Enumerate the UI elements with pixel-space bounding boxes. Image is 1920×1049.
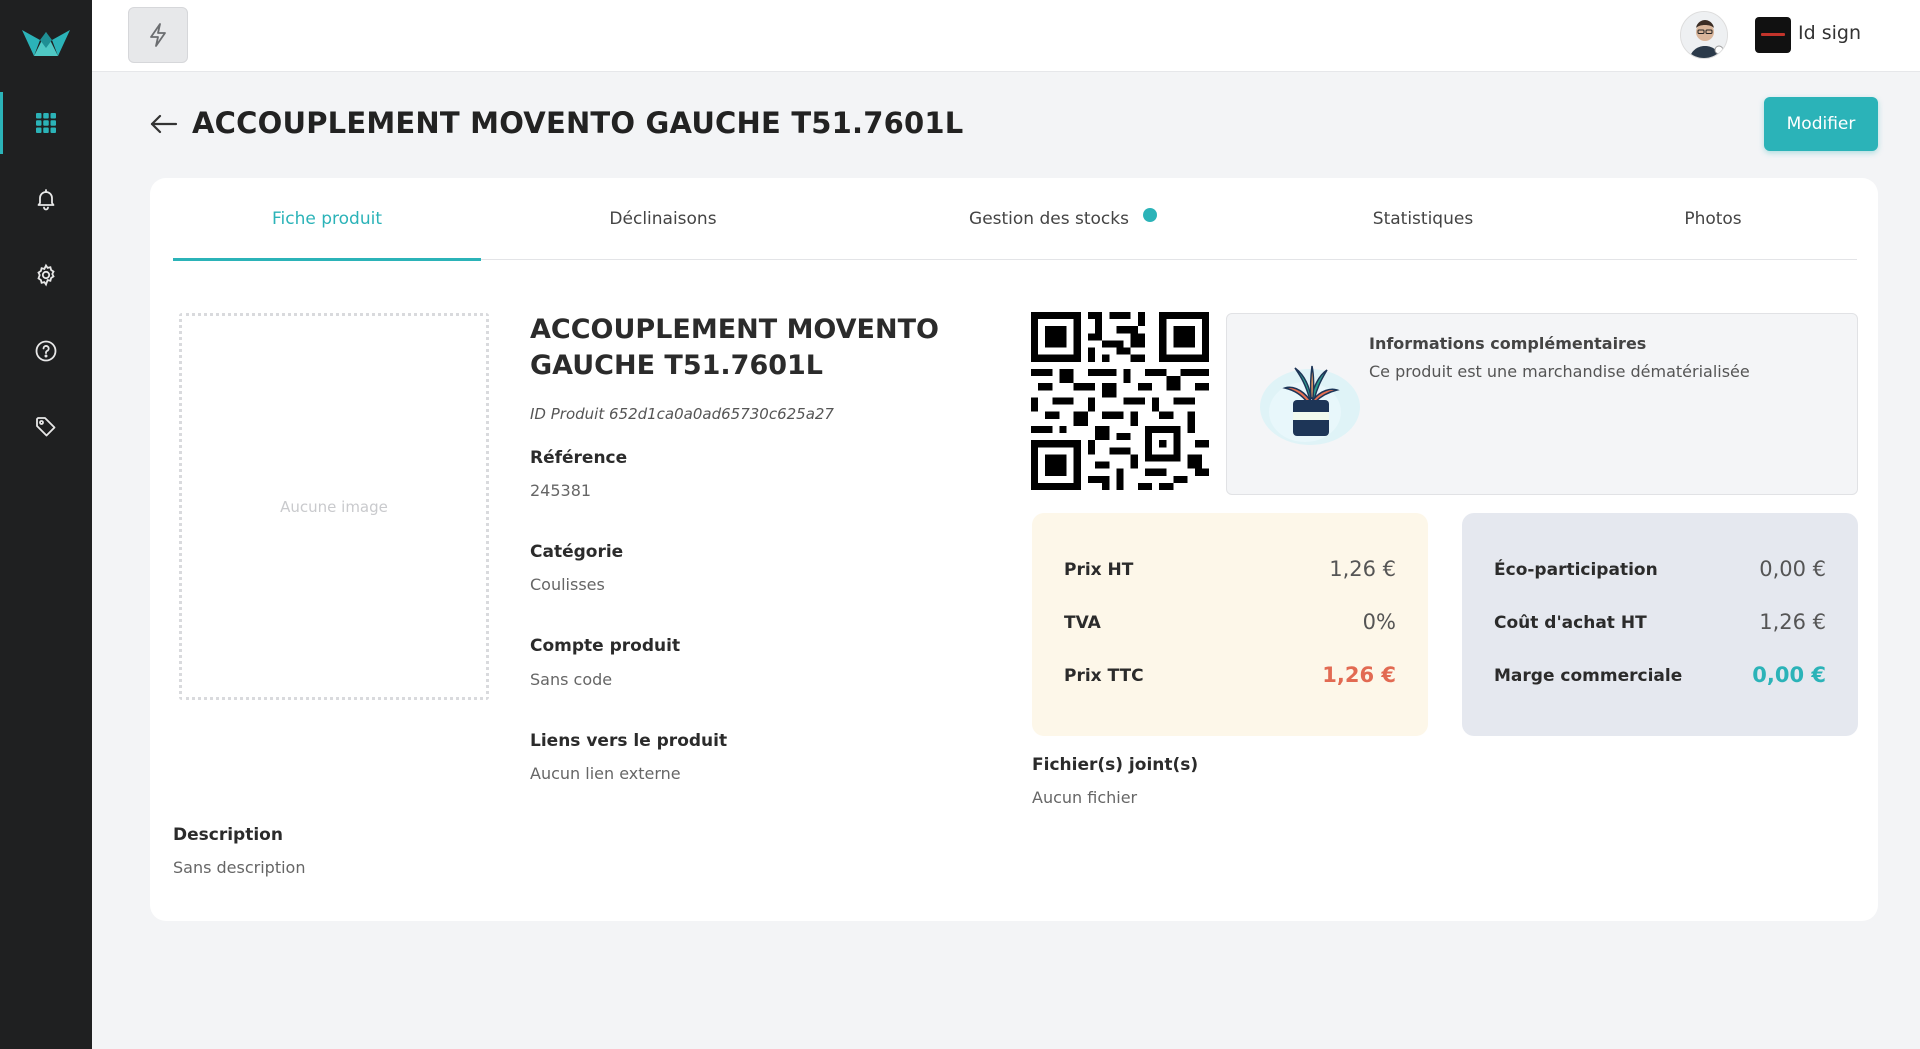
tab-label: Fiche produit (271, 209, 382, 229)
cost-panel: Éco-participation 0,00 € Coût d'achat HT… (1462, 513, 1858, 736)
eco-participation-label: Éco-participation (1494, 560, 1658, 580)
description-label: Description (173, 825, 283, 845)
product-id: ID Produit 652d1ca0a0ad65730c625a27 (530, 405, 834, 423)
reference-label: Référence (530, 448, 628, 468)
info-title: Informations complémentaires (1369, 334, 1647, 353)
user-avatar[interactable] (1680, 11, 1728, 59)
sidebar-item-help[interactable] (0, 320, 92, 382)
price-ttc-value: 1,26 € (1322, 663, 1396, 687)
reference-value: 245381 (530, 481, 592, 500)
tab-label: Déclinaisons (609, 209, 717, 229)
plant-illustration-icon (1260, 365, 1360, 445)
qr-code[interactable] (1031, 312, 1209, 490)
purchase-cost-value: 1,26 € (1759, 610, 1826, 634)
quick-action-button[interactable] (128, 7, 188, 63)
avatar-image (1681, 12, 1727, 58)
links-label: Liens vers le produit (530, 731, 728, 751)
links-value: Aucun lien externe (530, 764, 681, 783)
tag-icon (36, 417, 56, 437)
tab-fiche-produit[interactable]: Fiche produit (173, 178, 481, 261)
sidebar-item-tags[interactable] (0, 396, 92, 458)
files-value: Aucun fichier (1032, 788, 1138, 807)
category-label: Catégorie (530, 542, 624, 562)
tva-value: 0% (1362, 610, 1396, 634)
price-panel: Prix HT 1,26 € TVA 0% Prix TTC 1,26 € (1032, 513, 1428, 736)
app-logo[interactable] (20, 22, 72, 60)
tab-statistiques[interactable]: Statistiques (1303, 178, 1543, 260)
description-value: Sans description (173, 858, 306, 877)
product-image-placeholder[interactable]: Aucune image (179, 313, 489, 700)
page-title: ACCOUPLEMENT MOVENTO GAUCHE T51.7601L (192, 106, 964, 140)
company-logo[interactable] (1755, 17, 1791, 53)
price-ht-label: Prix HT (1064, 560, 1134, 580)
eco-participation-value: 0,00 € (1759, 557, 1826, 581)
company-name[interactable]: Id sign (1798, 22, 1861, 44)
margin-label: Marge commerciale (1494, 666, 1683, 686)
gear-icon (37, 263, 55, 287)
files-label: Fichier(s) joint(s) (1032, 755, 1199, 775)
product-name: ACCOUPLEMENT MOVENTO GAUCHE T51.7601L (530, 314, 939, 381)
tab-declinaisons[interactable]: Déclinaisons (533, 178, 793, 260)
tab-label: Statistiques (1372, 209, 1474, 229)
grid-icon (36, 113, 56, 133)
back-arrow-icon[interactable] (148, 108, 180, 140)
sidebar-item-settings[interactable] (0, 244, 92, 306)
account-label: Compte produit (530, 636, 681, 656)
margin-value: 0,00 € (1752, 663, 1826, 687)
sidebar (0, 0, 92, 1049)
notification-dot (1142, 208, 1157, 222)
purchase-cost-label: Coût d'achat HT (1494, 613, 1647, 633)
account-value: Sans code (530, 670, 613, 689)
help-icon (35, 340, 57, 362)
category-value: Coulisses (530, 575, 605, 594)
info-panel: Informations complémentaires Ce produit … (1226, 313, 1858, 495)
topbar: Id sign (92, 0, 1920, 72)
bell-icon (37, 189, 55, 211)
info-text: Ce produit est une marchandise dématéria… (1369, 362, 1750, 381)
price-ht-value: 1,26 € (1329, 557, 1396, 581)
price-ttc-label: Prix TTC (1064, 666, 1144, 686)
tab-photos[interactable]: Photos (1623, 178, 1803, 260)
flash-icon (150, 23, 166, 47)
tab-label: Gestion des stocks (969, 209, 1129, 229)
sidebar-item-dashboard[interactable] (0, 92, 92, 154)
tva-label: TVA (1064, 613, 1101, 633)
product-card: Fiche produit Déclinaisons Gestion des s… (150, 178, 1878, 921)
tab-gestion-stocks[interactable]: Gestion des stocks (913, 178, 1213, 260)
modify-button[interactable]: Modifier (1764, 97, 1878, 151)
image-placeholder-text: Aucune image (280, 497, 388, 516)
product-tabs: Fiche produit Déclinaisons Gestion des s… (173, 178, 1857, 261)
tab-label: Photos (1684, 209, 1742, 229)
sidebar-item-notifications[interactable] (0, 168, 92, 230)
